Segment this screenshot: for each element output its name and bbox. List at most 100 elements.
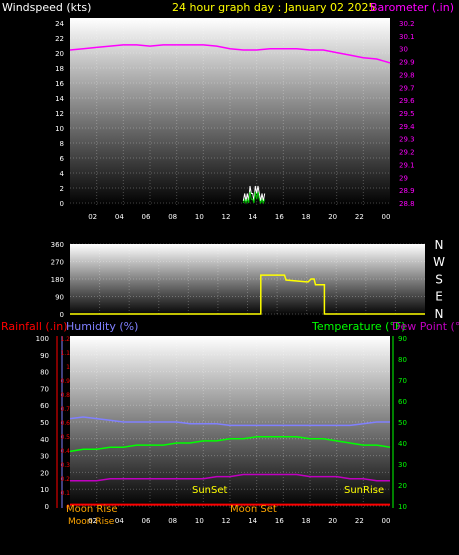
baro-tick-label: 30.1 [399,33,415,41]
compass-label: N [435,307,444,321]
direction-degree-label: 180 [51,276,64,284]
wind-tick-label: 22 [55,35,64,43]
baro-tick-label: 30 [399,46,408,54]
baro-tick-label: 29.9 [399,59,415,67]
compass-label: W [433,255,445,269]
weather-chart: Windspeed (kts) 24 hour graph day : Janu… [1,1,459,527]
panel3-x-tick-label: 16 [275,517,284,525]
rain-tick-label: 0.9 [60,378,70,385]
baro-tick-label: 28.8 [399,200,415,208]
rain-tick-label: 0.5 [60,434,70,441]
rain-tick-label: 0.3 [60,462,70,469]
temperature-tick-label: 70 [398,377,407,385]
direction-degree-label: 270 [51,259,64,267]
panel3-x-tick-label: 00 [382,517,391,525]
panel3-x-tick-label: 20 [328,517,337,525]
temperature-tick-label: 60 [398,398,407,406]
baro-tick-label: 29.2 [399,149,415,157]
panel1-x-tick-label: 04 [115,213,124,221]
panel1-x-tick-label: 12 [222,213,231,221]
rain-tick-label: 1.2 [60,336,70,343]
humidity-tick-label: 30 [40,453,49,461]
panel1-x-tick-label: 18 [302,213,311,221]
direction-degree-label: 90 [55,294,64,302]
baro-tick-label: 29 [399,174,408,182]
wind-tick-label: 10 [55,125,64,133]
wind-tick-label: 4 [60,170,65,178]
humidity-tick-label: 50 [40,419,49,427]
compass-label: E [435,290,443,304]
panel3-x-tick-label: 22 [355,517,364,525]
direction-degree-ticks: 0 90 180 270 360 [51,241,64,319]
wind-direction-panel: 0 90 180 270 360 NWSEN [51,238,445,321]
panel1-x-tick-label: 16 [275,213,284,221]
baro-tick-label: 28.9 [399,187,415,195]
panel1-x-ticks: 02 04 06 08 10 12 14 16 18 20 22 00 [88,213,390,221]
panel3-x-tick-label: 06 [142,517,151,525]
wind-baro-panel: 024681012141618202224 28.828.92929.129.2… [55,18,415,221]
sunset-label: SunSet [192,485,228,496]
panel1-x-tick-label: 06 [142,213,151,221]
humidity-tick-label: 0 [45,503,49,511]
temperature-tick-label: 30 [398,461,407,469]
baro-tick-label: 29.5 [399,110,415,118]
baro-tick-label: 29.6 [399,97,415,105]
rain-tick-label: 0.6 [60,420,70,427]
humidity-tick-label: 90 [40,352,49,360]
panel1-x-tick-label: 00 [382,213,391,221]
panel3-x-ticks: 02 04 06 08 10 12 14 16 18 20 22 00 [88,517,390,525]
panel3-x-tick-label: 18 [302,517,311,525]
wind-tick-label: 8 [60,140,64,148]
moonrise-label: Moon Rise [66,504,117,515]
wind-tick-label: 0 [60,200,64,208]
wind-tick-label: 2 [60,185,64,193]
baro-tick-label: 29.1 [399,161,415,169]
humidity-tick-label: 10 [40,486,49,494]
baro-tick-label: 29.7 [399,84,415,92]
chart-title: 24 hour graph day : January 02 2025 [172,1,376,14]
wind-tick-label: 12 [55,110,64,118]
baro-tick-label: 29.3 [399,136,415,144]
dewpoint-axis-title: Dew Point (°F) [392,320,459,333]
humidity-tick-label: 70 [40,385,49,393]
rain-tick-label: 0.2 [60,476,70,483]
humidity-tick-label: 60 [40,402,49,410]
baro-tick-label: 29.4 [399,123,415,131]
panel3-x-tick-label: 14 [248,517,257,525]
temperature-axis-ticks: 10 20 30 40 50 60 70 80 90 [398,335,407,511]
panel1-x-tick-label: 10 [195,213,204,221]
wind-tick-label: 14 [55,95,64,103]
compass-label: N [435,238,444,252]
panel1-x-tick-label: 02 [88,213,97,221]
direction-compass-ticks: NWSEN [433,238,445,321]
temperature-tick-label: 40 [398,440,407,448]
panel1-x-tick-label: 20 [328,213,337,221]
panel1-x-tick-label: 22 [355,213,364,221]
temperature-tick-label: 90 [398,335,407,343]
rain-tick-label: 0.1 [60,490,70,497]
direction-degree-label: 360 [51,241,64,249]
panel3-x-tick-label: 04 [115,517,124,525]
humidity-axis-title: Humidity (%) [66,320,138,333]
wind-axis-ticks: 024681012141618202224 [55,20,64,208]
panel1-x-tick-label: 08 [168,213,177,221]
direction-degree-label: 0 [60,311,64,319]
humidity-tick-label: 100 [36,335,49,343]
baro-axis-title: Barometer (.in) [370,1,454,14]
rain-humidity-temp-panel: Rainfall (.in) Humidity (%) Temperature … [1,320,459,527]
rain-tick-label: 1.1 [60,350,70,357]
panel1-x-tick-label: 14 [248,213,257,221]
wind-tick-label: 24 [55,20,64,28]
panel3-x-tick-label: 10 [195,517,204,525]
wind-tick-label: 16 [55,80,64,88]
humidity-tick-label: 40 [40,436,49,444]
baro-tick-label: 29.8 [399,71,415,79]
baro-axis-ticks: 28.8 28.9 29 29.1 29.2 29.3 29.4 29.5 29.6 29.7 29… [399,20,415,208]
temperature-tick-label: 80 [398,356,407,364]
rain-tick-label: 1 [66,364,70,371]
rain-tick-label: 0.7 [60,406,70,413]
temperature-tick-label: 20 [398,482,407,490]
panel3-x-tick-label: 12 [222,517,231,525]
rain-tick-label: 0.8 [60,392,70,399]
wind-tick-label: 18 [55,65,64,73]
